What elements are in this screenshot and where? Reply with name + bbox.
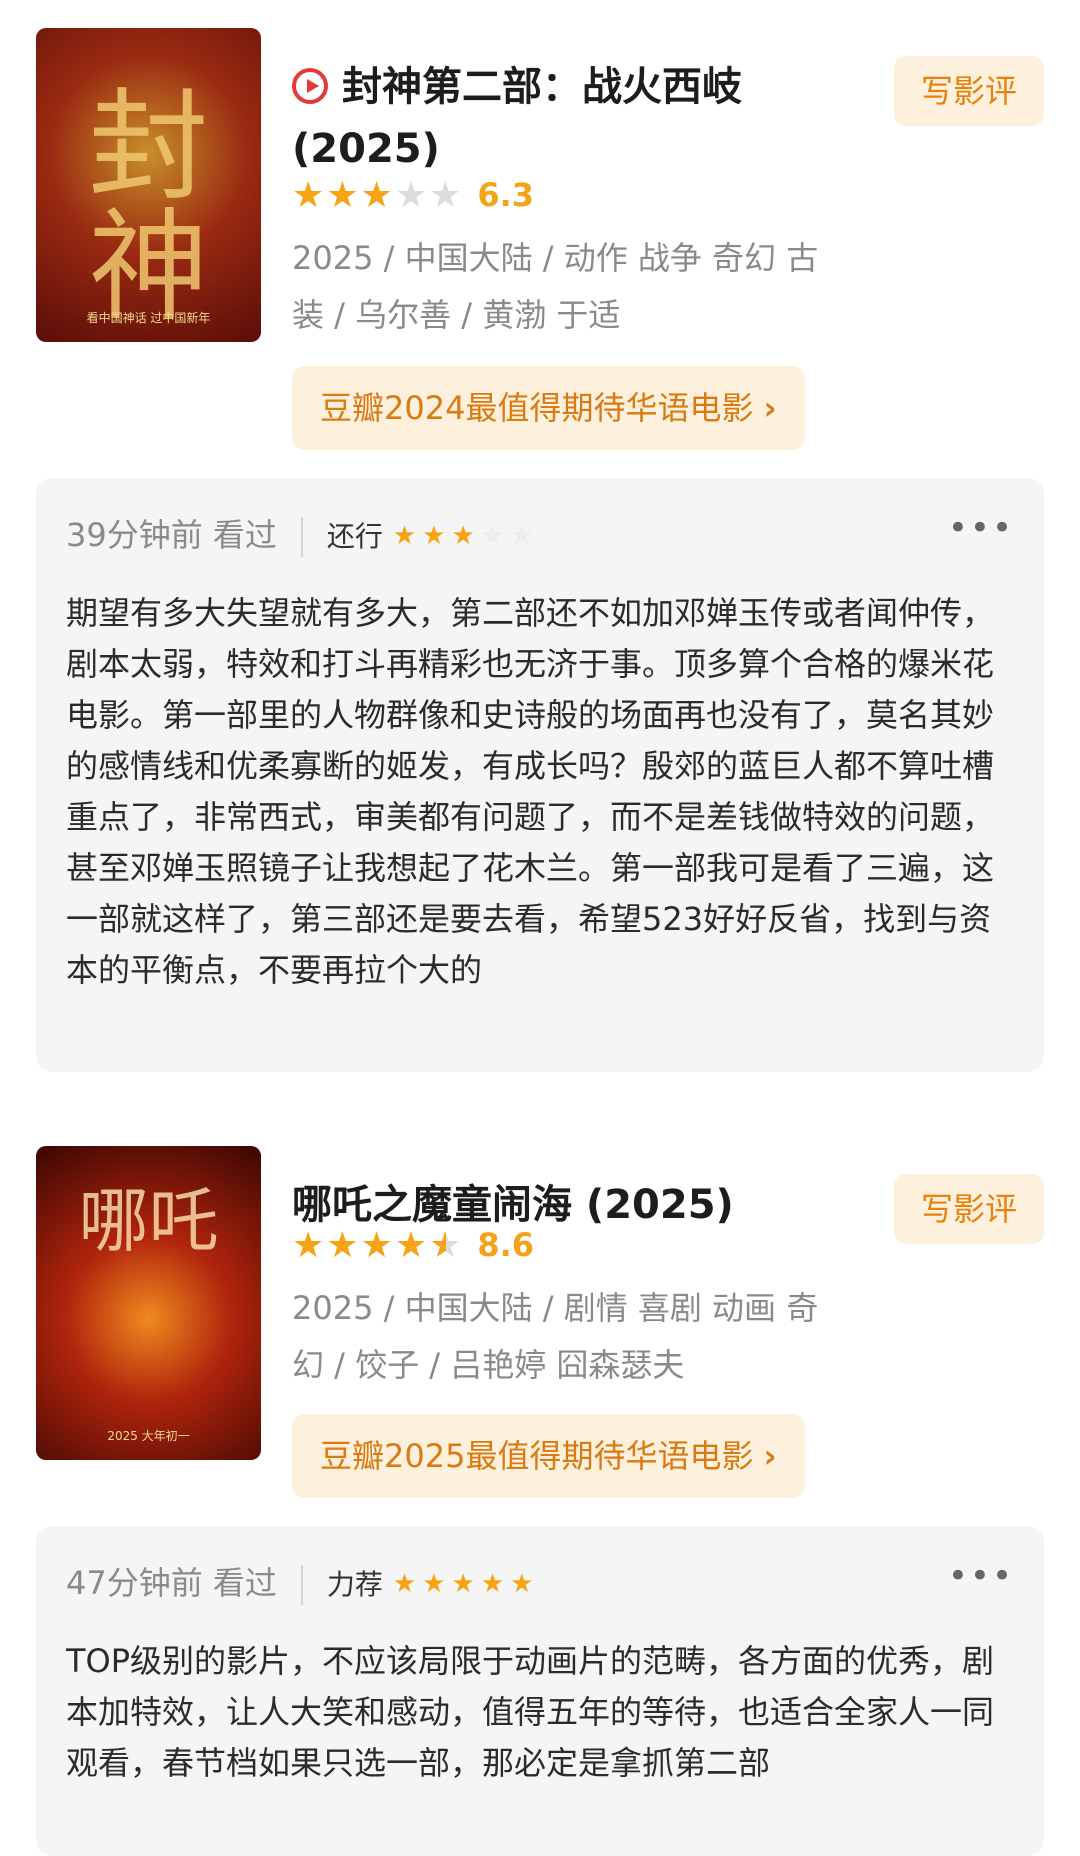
douban-list-chip[interactable]: 豆瓣2025最值得期待华语电影 › xyxy=(292,1414,805,1498)
review-text: TOP级别的影片，不应该局限于动画片的范畴，各方面的优秀，剧本加特效，让人大笑和… xyxy=(66,1642,995,1782)
chevron-right-icon: › xyxy=(763,389,777,427)
write-review-button[interactable]: 写影评 xyxy=(894,56,1044,126)
more-options-icon[interactable]: ••• xyxy=(948,1556,1014,1596)
review-card: 47分钟前 看过 力荐 ★★★★★ ••• TOP级别的影片，不应该局限于动画片的范… xyxy=(36,1526,1044,1856)
review-time: 39分钟前 看过 xyxy=(66,516,277,554)
review-stars: ★★★★★ xyxy=(392,521,540,551)
review-text: 期望有多大失望就有多大，第二部还不如加邓婵玉传或者闻仲传，剧本太弱，特效和打斗再… xyxy=(66,594,995,989)
rating-row: ★★★★★ 8.6 xyxy=(292,1224,534,1268)
poster-caption: 看中国神话 过中国新年 xyxy=(86,311,211,325)
review-verdict: 力荐 xyxy=(326,1568,383,1601)
movie-title: 哪吒之魔童闹海 (2025) xyxy=(292,1182,734,1228)
meta-line: 幻 / 饺子 / 吕艳婷 囧森瑟夫 xyxy=(292,1346,685,1384)
review-card: 39分钟前 看过 还行 ★★★★★ ••• 期望有多大失望就有多大，第二部还不如加邓… xyxy=(36,478,1044,1072)
review-header: 47分钟前 看过 力荐 ★★★★★ xyxy=(66,1558,539,1608)
chevron-right-icon: › xyxy=(763,1437,777,1475)
movie-title: 封神第二部：战火西岐 (2025) xyxy=(292,64,742,172)
review-header: 39分钟前 看过 还行 ★★★★★ xyxy=(66,510,539,560)
douban-list-chip[interactable]: 豆瓣2024最值得期待华语电影 › xyxy=(292,366,805,450)
divider xyxy=(300,517,303,557)
movie-poster[interactable]: 封神 看中国神话 过中国新年 xyxy=(36,28,261,342)
write-review-button[interactable]: 写影评 xyxy=(894,1174,1044,1244)
review-verdict: 还行 xyxy=(326,520,383,553)
movie-meta: 2025 / 中国大陆 / 剧情 喜剧 动画 奇 幻 / 饺子 / 吕艳婷 囧森… xyxy=(292,1280,852,1394)
rating-score: 8.6 xyxy=(477,1226,535,1264)
poster-title-art: 封神 xyxy=(88,78,209,337)
list-chip-label: 豆瓣2025最值得期待华语电影 xyxy=(320,1437,754,1475)
meta-line: 2025 / 中国大陆 / 动作 战争 奇幻 古 xyxy=(292,239,819,277)
movie-title-row[interactable]: 封神第二部：战火西岐 (2025) xyxy=(292,56,852,180)
divider xyxy=(300,1565,303,1605)
movie-meta: 2025 / 中国大陆 / 动作 战争 奇幻 古 装 / 乌尔善 / 黄渤 于适 xyxy=(292,230,852,344)
more-options-icon[interactable]: ••• xyxy=(948,508,1014,548)
movie-poster[interactable]: 哪吒 2025 大年初一 xyxy=(36,1146,261,1460)
rating-stars: ★★★★★ xyxy=(292,1224,464,1266)
poster-title-art: 哪吒 xyxy=(78,1180,219,1262)
rating-score: 6.3 xyxy=(477,176,535,214)
meta-line: 装 / 乌尔善 / 黄渤 于适 xyxy=(292,296,621,334)
poster-caption: 2025 大年初一 xyxy=(107,1429,190,1443)
rating-stars: ★★★★★ xyxy=(292,174,464,216)
review-time: 47分钟前 看过 xyxy=(66,1564,277,1602)
rating-row: ★★★★★ 6.3 xyxy=(292,174,534,218)
play-icon[interactable] xyxy=(292,68,328,104)
meta-line: 2025 / 中国大陆 / 剧情 喜剧 动画 奇 xyxy=(292,1289,819,1327)
review-stars: ★★★★★ xyxy=(392,1569,540,1599)
list-chip-label: 豆瓣2024最值得期待华语电影 xyxy=(320,389,754,427)
